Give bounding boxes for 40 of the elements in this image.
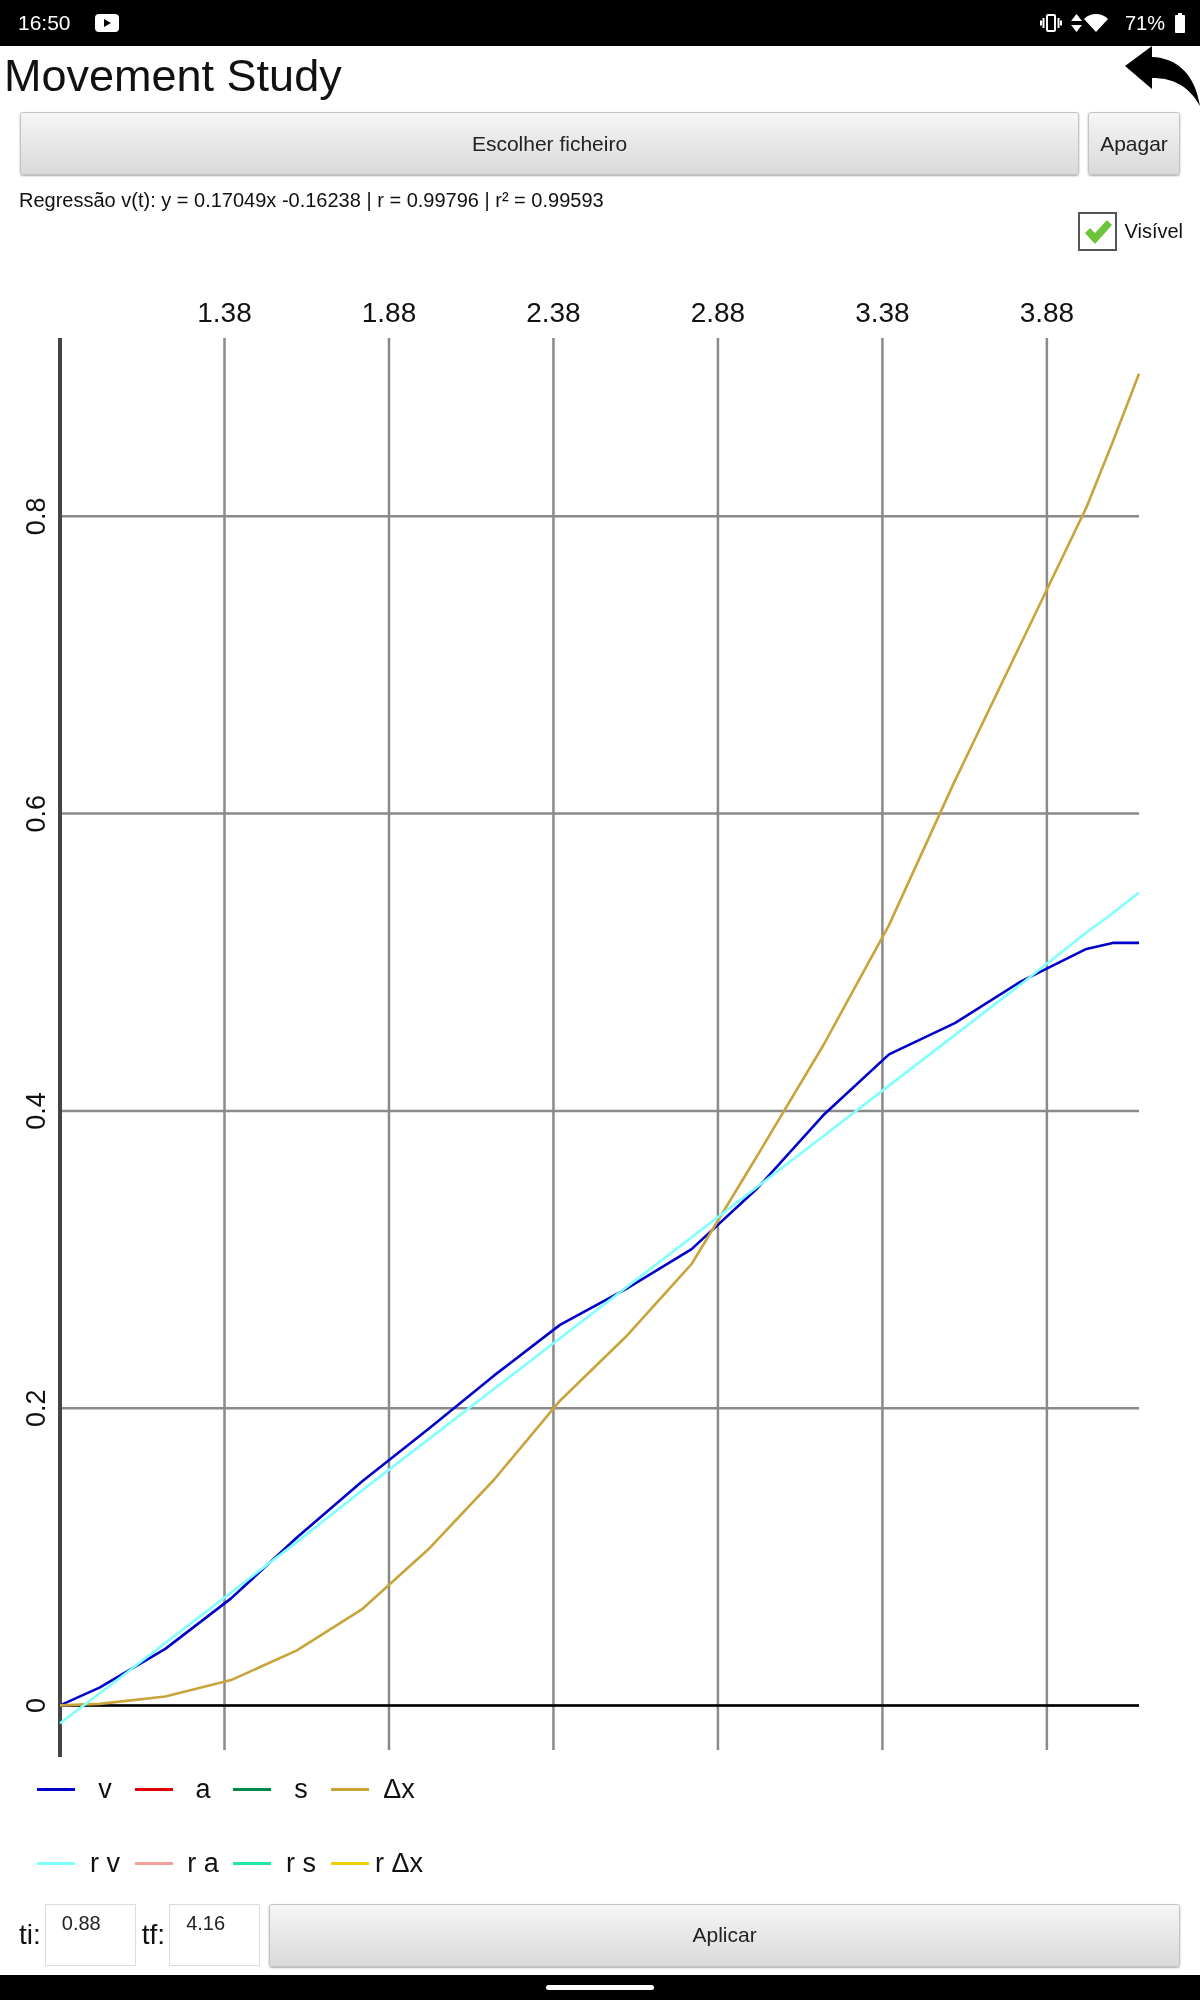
x-tick-label: 3.88: [1019, 297, 1075, 328]
choose-file-button[interactable]: Escolher ficheiro: [20, 112, 1079, 175]
y-tick-label: 0.8: [21, 497, 51, 536]
visible-checkbox[interactable]: [1078, 212, 1118, 251]
field-label: tf:: [141, 1919, 166, 1951]
wifi-icon: [1083, 14, 1108, 32]
x-tick-label: 2.38: [526, 297, 581, 328]
input-field[interactable]: 0.88: [44, 1904, 136, 1966]
input-field[interactable]: 4.16: [169, 1904, 261, 1966]
y-tick-label: 0.4: [21, 1092, 51, 1130]
back-arrow-icon[interactable]: [1125, 46, 1200, 106]
x-tick-label: 3.38: [855, 297, 910, 328]
play-icon: [94, 14, 119, 32]
checkbox-label[interactable]: Visível: [1124, 220, 1183, 243]
legend-label: r s: [285, 1847, 317, 1879]
x-tick-label: 1.38: [197, 297, 252, 328]
y-tick-label: 0: [21, 1697, 51, 1713]
legend-label: a: [194, 1773, 212, 1805]
y-tick-label: 0.2: [21, 1389, 51, 1427]
legend-label: v: [97, 1773, 113, 1805]
legend-label: Δx: [382, 1773, 416, 1805]
status-time: 16:50: [18, 11, 71, 35]
clear-button[interactable]: Apagar: [1088, 112, 1180, 175]
x-tick-label: 1.88: [361, 297, 417, 328]
battery-percent: 71%: [1124, 11, 1165, 35]
legend-label: r Δx: [374, 1847, 424, 1879]
legend-label: s: [293, 1773, 309, 1805]
legend-label: r a: [186, 1847, 220, 1879]
gesture-handle[interactable]: [546, 1985, 654, 1990]
regression-text: Regressão v(t): y = 0.17049x -0.16238 | r = 0.99796 | r² = 0.99593: [19, 189, 604, 211]
y-tick-label: 0.6: [21, 794, 51, 833]
x-tick-label: 2.88: [690, 297, 746, 328]
app-title: Movement Study: [4, 50, 342, 102]
field-label: ti:: [19, 1919, 41, 1951]
vibrate-icon: [1039, 14, 1062, 32]
checkmark-icon: [1083, 219, 1112, 244]
data-arrows-icon: [1070, 14, 1082, 32]
legend-label: r v: [89, 1847, 121, 1879]
apply-button[interactable]: Aplicar: [269, 1903, 1180, 1967]
battery-icon: [1175, 13, 1185, 33]
